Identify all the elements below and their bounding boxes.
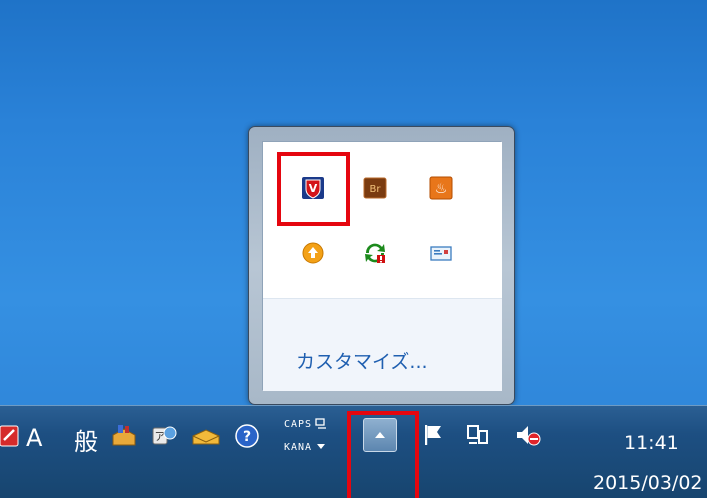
taskbar: A 般 ア ? CAPS KANA 11:41 2015/03/02 — [0, 405, 707, 498]
adobe-bridge-icon[interactable]: Br — [362, 175, 388, 201]
ime-dictionary-icon[interactable] — [190, 421, 222, 451]
help-icon[interactable]: ? — [233, 422, 261, 450]
ime-options-icon[interactable] — [314, 416, 328, 432]
pen-app-icon[interactable] — [0, 423, 22, 449]
show-hidden-icons-button[interactable] — [363, 418, 397, 452]
ime-kanji-indicator[interactable]: 般 — [74, 422, 98, 457]
update-arrow-icon[interactable] — [300, 240, 326, 266]
notification-overflow-flyout: V Br ♨ カスタマイズ... — [248, 126, 515, 405]
clock-date[interactable]: 2015/03/02 — [593, 472, 703, 494]
ime-pad-icon[interactable]: ア — [150, 422, 178, 450]
kana-lock-indicator[interactable]: KANA — [284, 442, 312, 453]
hidden-icons-grid: V Br ♨ — [263, 142, 502, 298]
mcafee-shield-icon[interactable]: V — [300, 175, 326, 201]
customize-link[interactable]: カスタマイズ... — [296, 347, 428, 374]
svg-text:V: V — [309, 182, 318, 195]
caps-lock-indicator[interactable]: CAPS — [284, 419, 312, 430]
sync-error-icon[interactable] — [362, 240, 388, 266]
svg-text:Br: Br — [370, 184, 382, 195]
mail-icon[interactable] — [428, 240, 454, 266]
action-center-flag-icon[interactable] — [420, 420, 448, 450]
chevron-up-icon — [375, 432, 385, 438]
ime-toolbox-icon[interactable] — [110, 422, 138, 450]
network-icon[interactable] — [463, 420, 493, 450]
customize-section: カスタマイズ... — [263, 298, 502, 391]
ime-expand-icon[interactable] — [314, 439, 328, 453]
svg-text:♨: ♨ — [435, 181, 448, 197]
svg-text:?: ? — [243, 429, 251, 445]
clock-time[interactable]: 11:41 — [624, 432, 679, 454]
java-icon[interactable]: ♨ — [428, 175, 454, 201]
flyout-panel: V Br ♨ カスタマイズ... — [262, 141, 502, 391]
volume-muted-icon[interactable] — [512, 420, 544, 450]
ime-mode-indicator[interactable]: A — [26, 424, 42, 452]
